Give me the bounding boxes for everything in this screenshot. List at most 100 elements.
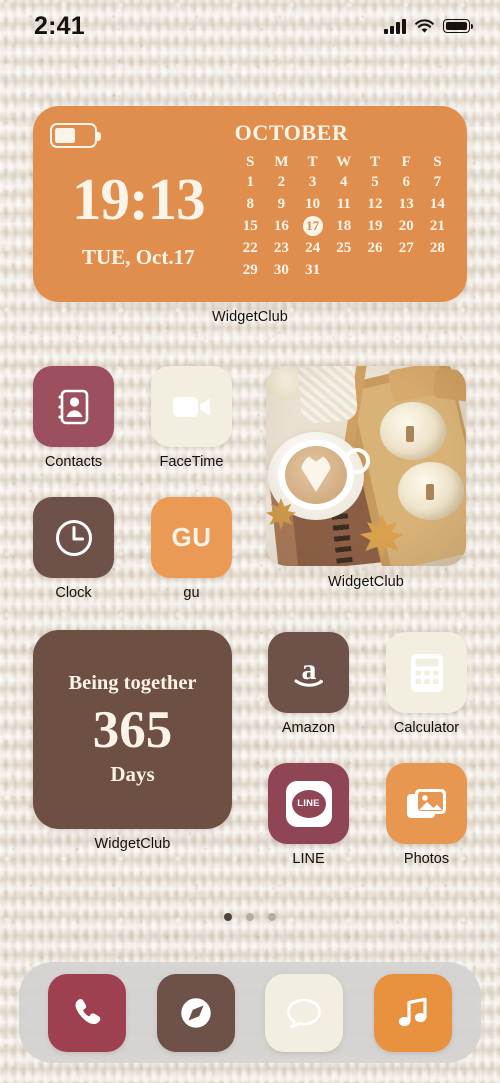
status-bar-clock: 2:41 — [34, 11, 85, 40]
page-indicator-dots[interactable] — [0, 913, 500, 921]
calendar-today-marker: 17 — [302, 216, 323, 236]
calendar-day-16[interactable]: 16 — [266, 216, 297, 236]
home-screen: 2:41 19:13 TUE, Oct.17 OCTOBER S M T W T F… — [0, 0, 500, 1083]
calendar-day-13[interactable]: 13 — [391, 194, 422, 214]
contacts-icon[interactable] — [33, 366, 114, 447]
calendar-widget[interactable]: 19:13 TUE, Oct.17 OCTOBER SMTWTFS 123456… — [33, 106, 467, 302]
status-bar-icons — [384, 18, 473, 34]
photo-widget[interactable] — [266, 366, 466, 566]
calendar-weekday-0: S — [246, 154, 255, 170]
app-label: LINE — [292, 851, 325, 867]
app-clock[interactable]: Clock — [33, 497, 114, 601]
page-dot-2[interactable] — [246, 913, 254, 921]
app-label: Amazon — [281, 720, 336, 736]
calendar-day-1[interactable]: 1 — [235, 172, 266, 192]
svg-text:a: a — [301, 653, 316, 686]
line-bubble: LINE — [291, 789, 326, 818]
calendar-weekday-4: T — [369, 154, 380, 170]
autumn-photo-art — [266, 366, 466, 566]
calendar-weekday-2: T — [307, 154, 318, 170]
app-gu[interactable]: GU gu — [151, 497, 232, 601]
app-label: Photos — [403, 851, 450, 867]
safari-compass-icon[interactable] — [156, 973, 235, 1052]
widget-date: TUE, Oct.17 — [82, 245, 195, 269]
calendar-day-18[interactable]: 18 — [328, 216, 359, 236]
messages-bubble-icon[interactable] — [265, 973, 344, 1052]
line-glyph: LINE — [297, 798, 320, 809]
app-line[interactable]: LINE LINE — [268, 763, 349, 867]
clock-icon[interactable] — [33, 497, 114, 578]
calendar-widget-label: WidgetClub — [212, 309, 288, 325]
widget-time: 19:13 — [71, 166, 206, 232]
app-label: gu — [183, 585, 200, 601]
app-amazon[interactable]: a Amazon — [268, 632, 349, 736]
calendar-day-25[interactable]: 25 — [328, 238, 359, 258]
calendar-weekday-6: S — [433, 154, 442, 170]
calendar-day-26[interactable]: 26 — [359, 238, 390, 258]
app-label: Contacts — [44, 454, 103, 470]
calendar-day-17[interactable]: 17 — [297, 216, 328, 236]
amazon-icon[interactable]: a — [268, 632, 349, 713]
app-calculator[interactable]: Calculator — [386, 632, 467, 736]
calendar-day-6[interactable]: 6 — [391, 172, 422, 192]
calendar-day-11[interactable]: 11 — [328, 194, 359, 214]
widget-battery-icon — [50, 123, 101, 148]
battery-icon — [443, 19, 473, 33]
calendar-day-21[interactable]: 21 — [422, 216, 453, 236]
calendar-day-27[interactable]: 27 — [391, 238, 422, 258]
together-widget-label: WidgetClub — [94, 836, 171, 852]
calendar-weekday-1: M — [274, 154, 289, 170]
calculator-icon[interactable] — [386, 632, 467, 713]
line-badge: LINE — [285, 780, 332, 827]
app-label: Clock — [55, 585, 92, 601]
together-title: Being together — [68, 671, 197, 694]
calendar-widget-clock-panel: 19:13 TUE, Oct.17 — [33, 106, 233, 302]
app-label: Calculator — [393, 720, 460, 736]
calendar-day-2[interactable]: 2 — [266, 172, 297, 192]
being-together-widget[interactable]: Being together 365 Days — [33, 630, 232, 829]
calendar-day-8[interactable]: 8 — [235, 194, 266, 214]
facetime-icon[interactable] — [151, 366, 232, 447]
gu-glyph: GU — [171, 522, 212, 552]
calendar-widget-month-panel: OCTOBER SMTWTFS 1 2 3 4 5 6 7 8 9 10 11 12 13 14 15 16 1… — [233, 106, 467, 302]
calendar-day-19[interactable]: 19 — [359, 216, 390, 236]
dock — [19, 962, 481, 1063]
calendar-day-28[interactable]: 28 — [422, 238, 453, 258]
calendar-day-30[interactable]: 30 — [266, 260, 297, 280]
calendar-day-3[interactable]: 3 — [297, 172, 328, 192]
status-bar: 2:41 — [0, 0, 500, 52]
app-contacts[interactable]: Contacts — [33, 366, 114, 470]
calendar-day-7[interactable]: 7 — [422, 172, 453, 192]
calendar-day-15[interactable]: 15 — [235, 216, 266, 236]
calendar-weekday-5: F — [401, 154, 411, 170]
wifi-icon — [415, 18, 434, 34]
line-icon[interactable]: LINE — [268, 763, 349, 844]
calendar-day-29[interactable]: 29 — [235, 260, 266, 280]
page-dot-3[interactable] — [268, 913, 276, 921]
calendar-day-20[interactable]: 20 — [391, 216, 422, 236]
calendar-day-10[interactable]: 10 — [297, 194, 328, 214]
calendar-day-grid: 1 2 3 4 5 6 7 8 9 10 11 12 13 14 15 16 17 18 19 20 21 22 23 24 2… — [235, 172, 453, 280]
gu-text-icon[interactable]: GU — [151, 497, 232, 578]
calendar-day-12[interactable]: 12 — [359, 194, 390, 214]
calendar-day-23[interactable]: 23 — [266, 238, 297, 258]
cellular-signal-icon — [384, 18, 406, 34]
calendar-day-31[interactable]: 31 — [297, 260, 328, 280]
calendar-day-5[interactable]: 5 — [359, 172, 390, 192]
music-note-icon[interactable] — [373, 973, 452, 1052]
photo-widget-label: WidgetClub — [328, 574, 404, 590]
calendar-day-9[interactable]: 9 — [266, 194, 297, 214]
app-photos[interactable]: Photos — [386, 763, 467, 867]
calendar-weekday-header: SMTWTFS — [235, 152, 453, 172]
app-facetime[interactable]: FaceTime — [151, 366, 232, 470]
page-dot-1[interactable] — [224, 913, 232, 921]
photos-icon[interactable] — [386, 763, 467, 844]
calendar-day-14[interactable]: 14 — [422, 194, 453, 214]
calendar-day-22[interactable]: 22 — [235, 238, 266, 258]
calendar-month-title: OCTOBER — [234, 120, 349, 145]
phone-icon[interactable] — [48, 973, 127, 1052]
calendar-day-4[interactable]: 4 — [328, 172, 359, 192]
calendar-weekday-3: W — [336, 154, 352, 170]
together-count: 365 — [92, 700, 173, 759]
calendar-day-24[interactable]: 24 — [297, 238, 328, 258]
